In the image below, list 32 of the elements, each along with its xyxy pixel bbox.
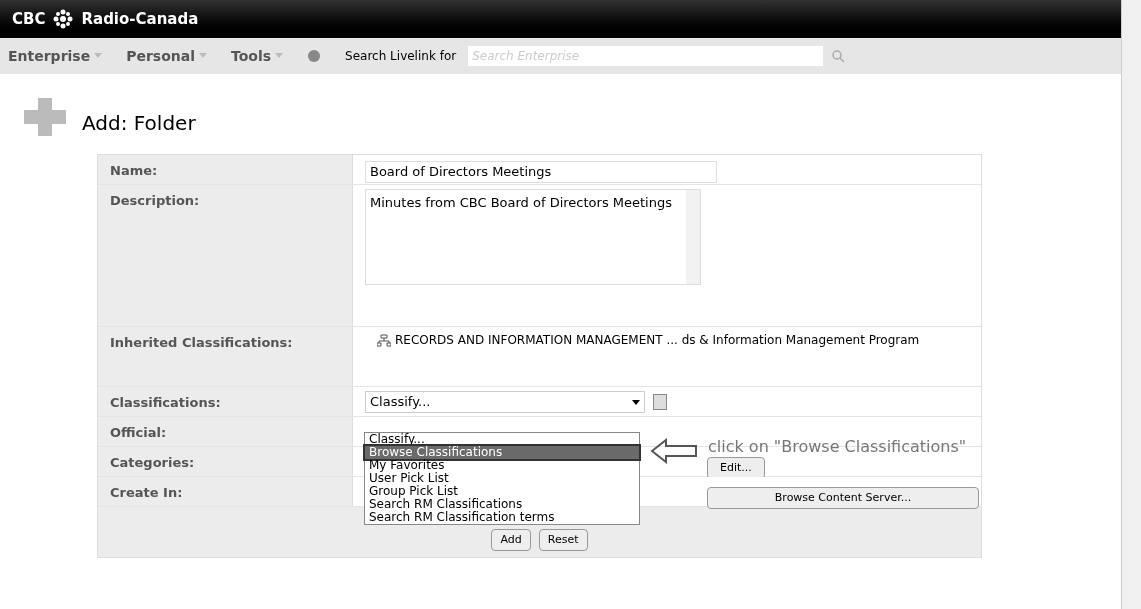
search-label: Search Livelink for [345,48,457,65]
dropdown-option[interactable]: Group Pick List [365,485,639,498]
dropdown-option[interactable]: Search RM Classification terms [365,511,639,524]
form-label-cell: Description: [98,185,353,326]
form-label-cell: Classifications: [98,387,353,416]
dropdown-option[interactable]: My Favorites [365,459,639,472]
form-button[interactable]: Reset [538,529,588,551]
form-label-cell: Inherited Classifications: [98,327,353,386]
form-label-cell: Official: [98,417,353,446]
name-field[interactable]: Board of Directors Meetings [365,160,717,183]
annotation-text: click on "Browse Classifications" [708,437,967,456]
description-field[interactable]: Minutes from CBC Board of Directors Meetings [365,189,701,285]
brand-text: CBC [12,8,46,30]
form-label-cell: Create In: [98,477,353,506]
dropdown-option[interactable]: Classify... [365,433,639,446]
row-button[interactable]: Edit... [707,457,765,479]
row-button[interactable]: Browse Content Server... [707,487,979,509]
dropdown-option[interactable]: Search RM Classifications [365,498,639,511]
dropdown-option[interactable]: Browse Classifications [365,446,639,459]
classifications-select[interactable]: Classify... [365,391,645,413]
nav-menu[interactable]: Enterprise [8,45,103,67]
form-button[interactable]: Add [491,529,531,551]
nav-menu[interactable]: Personal [126,45,207,67]
nav-menu[interactable]: Tools [231,45,284,67]
description-text: Minutes from CBC Board of Directors Meetings [369,194,673,212]
inherited-classification-text: RECORDS AND INFORMATION MANAGEMENT ... ds & Information Management Program [395,333,920,347]
dropdown-list[interactable]: Classify... Browse Classifications My Favorites User Pick List Group Pick List Search RM Classifications Search RM Classification terms [364,432,640,525]
form-label-cell: Categories: [98,447,353,476]
form-label-cell: Name: [98,155,353,184]
page-title: Add: Folder [82,110,196,137]
brand-text: Radio-Canada [81,8,199,30]
dropdown-option[interactable]: User Pick List [365,472,639,485]
